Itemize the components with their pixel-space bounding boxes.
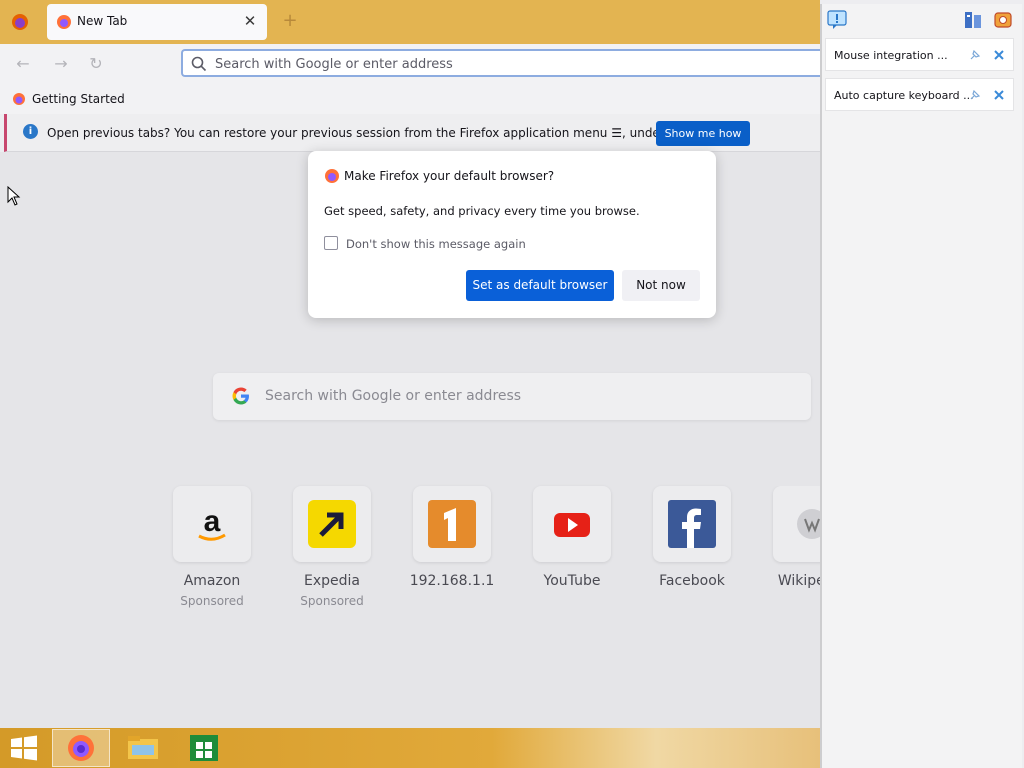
show-me-how-button[interactable]: Show me how [656,121,750,146]
tile-box [653,486,731,562]
firefox-icon [13,93,25,105]
firefox-icon [68,735,94,761]
newtab-search-placeholder: Search with Google or enter address [265,388,522,404]
side-item-auto-capture-keyboard[interactable]: Auto capture keyboard ... [825,78,1014,111]
tile-192-168-1-1[interactable]: 192.168.1.1 [392,486,512,616]
pin-icon[interactable] [969,89,981,101]
firefox-view-icon[interactable] [10,12,30,32]
close-item-icon[interactable] [993,89,1005,101]
tile-youtube[interactable]: YouTube [512,486,632,616]
side-item-label: Mouse integration ... [834,49,948,62]
taskbar-firefox-button[interactable] [52,729,110,767]
url-bar[interactable]: Search with Google or enter address [181,49,820,77]
amazon-logo-icon: a [198,505,226,541]
notification-text: Open previous tabs? You can restore your… [47,126,714,140]
forward-button[interactable]: → [50,53,72,75]
tile-label: Facebook [659,573,725,589]
close-item-icon[interactable] [993,49,1005,61]
file-explorer-icon[interactable] [126,733,160,763]
new-tab-button[interactable]: + [281,12,299,30]
dont-show-again-label[interactable]: Don't show this message again [346,237,526,251]
tile-label: YouTube [543,573,601,589]
bookmark-getting-started[interactable]: Getting Started [32,92,125,106]
tab-new-tab[interactable]: New Tab ✕ [47,4,267,40]
youtube-logo-icon [554,513,590,537]
firefox-icon [57,15,71,29]
url-placeholder: Search with Google or enter address [215,57,453,72]
tile-label: 192.168.1.1 [409,573,495,589]
tile-label: Amazon [183,573,241,589]
tile-box [293,486,371,562]
tile-sponsored-label: Sponsored [300,594,364,608]
newtab-search-box[interactable]: Search with Google or enter address [213,373,811,420]
info-icon: i [23,124,38,139]
dialog-title: Make Firefox your default browser? [344,169,555,183]
svg-text:a: a [204,505,221,538]
tile-box [533,486,611,562]
side-item-mouse-integration[interactable]: Mouse integration ... [825,38,1014,71]
session-restore-notification: i Open previous tabs? You can restore yo… [4,114,820,152]
tile-label: Wikipedia [777,573,820,589]
google-icon [232,387,249,405]
close-tab-icon[interactable]: ✕ [241,12,259,30]
back-button[interactable]: ← [12,53,34,75]
pin-icon[interactable] [969,49,981,61]
firefox-icon [325,169,339,183]
tile-box [413,486,491,562]
tile-box: a [173,486,251,562]
tab-label: New Tab [77,14,128,28]
tile-sponsored-label: Sponsored [180,594,244,608]
not-now-button[interactable]: Not now [622,270,700,301]
notification-icon[interactable] [827,10,847,30]
mouse-capture-icon[interactable] [993,10,1013,30]
dont-show-again-checkbox[interactable] [324,236,338,250]
mouse-cursor-icon [7,186,21,206]
site-1-logo-icon [428,500,476,548]
side-panel [820,4,1022,768]
set-default-browser-button[interactable]: Set as default browser [466,270,614,301]
tile-box [773,486,820,562]
facebook-logo-icon [668,500,716,548]
tile-amazon[interactable]: a Amazon Sponsored [152,486,272,616]
expedia-logo-icon [308,500,356,548]
wikipedia-logo-icon [797,509,820,539]
reload-button[interactable]: ↻ [85,53,107,75]
windows-start-icon[interactable] [10,735,38,761]
tile-wikipedia[interactable]: Wikipedia [752,486,820,616]
taskbar [0,728,820,768]
keyboard-capture-icon[interactable] [963,10,983,30]
search-icon [191,56,207,72]
store-icon[interactable] [188,733,220,763]
side-item-label: Auto capture keyboard ... [834,89,974,102]
tile-expedia[interactable]: Expedia Sponsored [272,486,392,616]
dialog-message: Get speed, safety, and privacy every tim… [324,204,640,218]
tile-facebook[interactable]: Facebook [632,486,752,616]
tile-label: Expedia [304,573,360,589]
default-browser-dialog: Make Firefox your default browser? Get s… [308,151,716,318]
